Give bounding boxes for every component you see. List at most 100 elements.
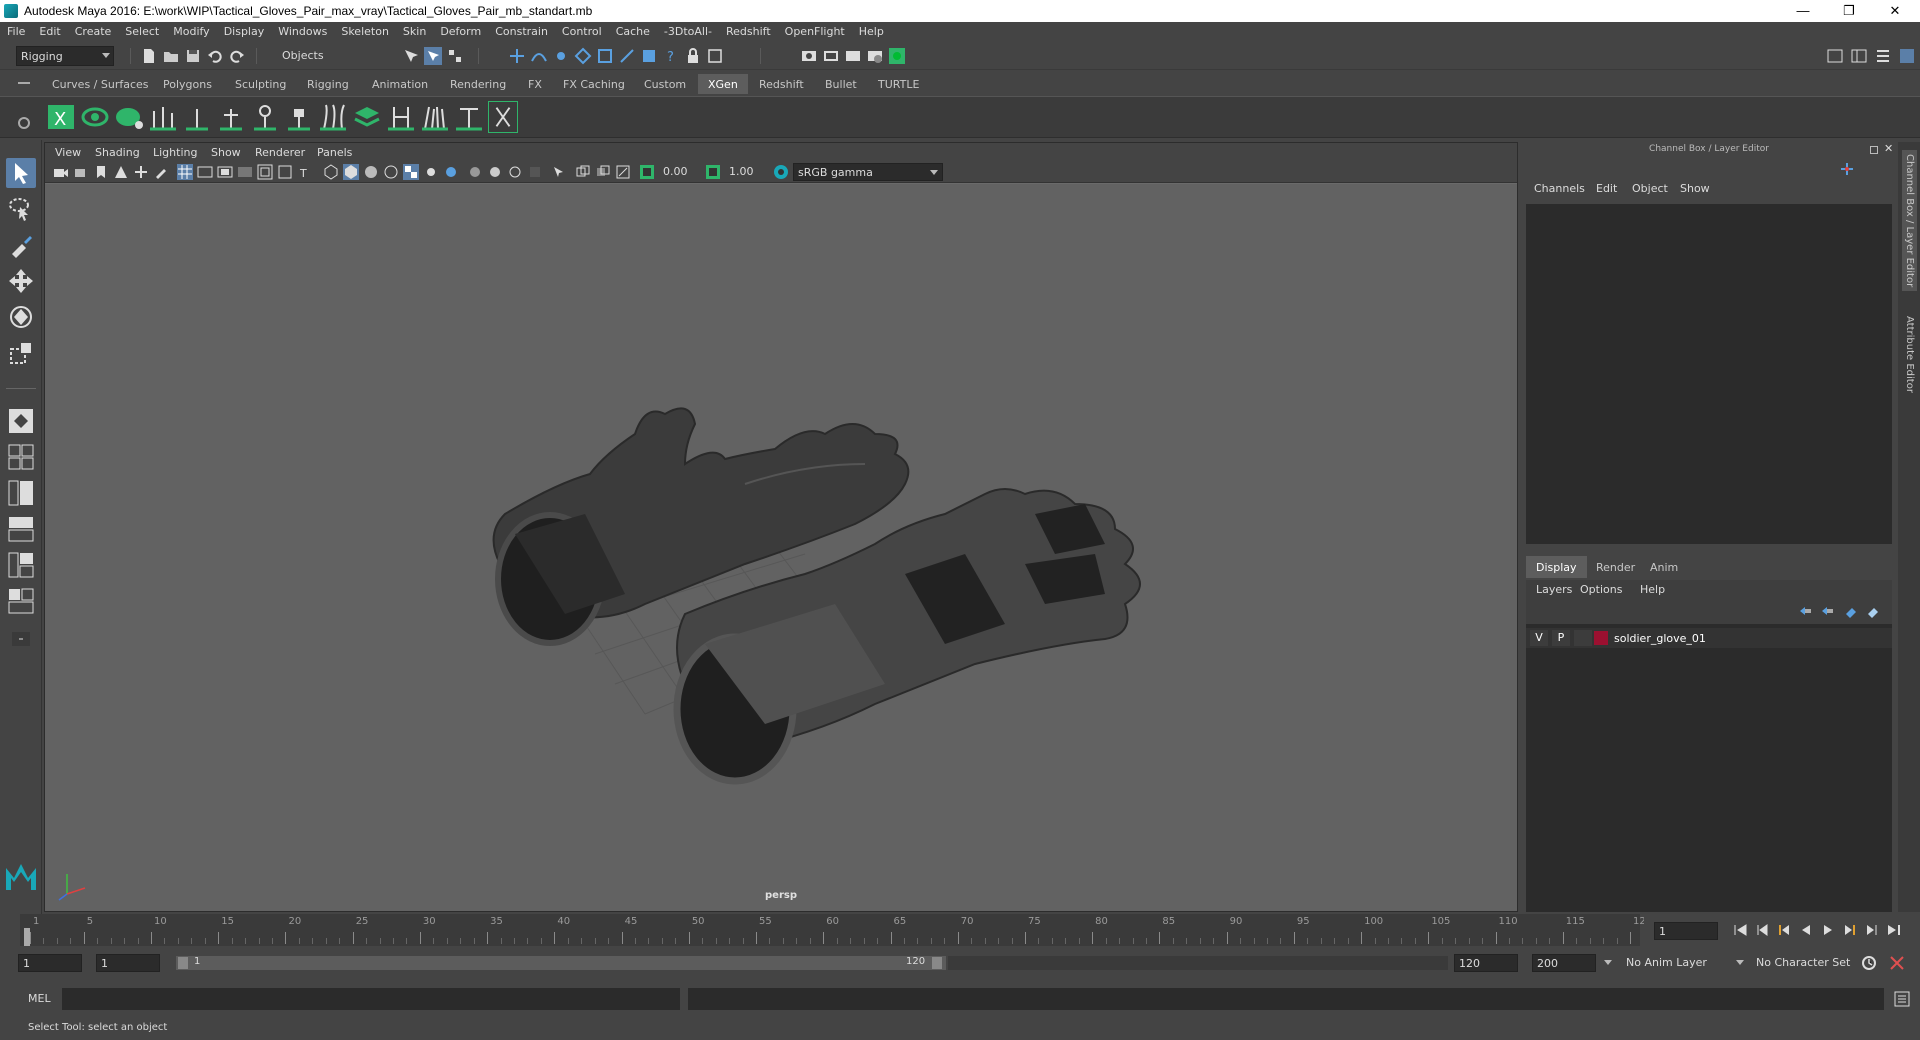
safe-action-icon[interactable] xyxy=(277,164,293,180)
render-view-icon[interactable] xyxy=(800,47,818,65)
menu-redshift[interactable]: Redshift xyxy=(719,22,778,38)
layer-visibility-toggle[interactable]: V xyxy=(1530,630,1548,646)
create-empty-layer-icon[interactable] xyxy=(1844,604,1858,618)
menu-cache[interactable]: Cache xyxy=(609,22,657,38)
tab-anim[interactable]: Anim xyxy=(1640,556,1688,578)
selection-mode-dropdown[interactable]: Objects xyxy=(278,46,378,66)
tab-bullet[interactable]: Bullet xyxy=(815,74,867,94)
snap-surface-icon[interactable] xyxy=(596,47,614,65)
shadows-icon[interactable] xyxy=(443,164,459,180)
motion-blur-icon[interactable] xyxy=(487,164,503,180)
exposure-field[interactable]: 0.00 xyxy=(659,163,705,181)
menu-openflight[interactable]: OpenFlight xyxy=(778,22,852,38)
paint-select-tool-icon[interactable] xyxy=(6,230,36,260)
menu-constrain[interactable]: Constrain xyxy=(488,22,555,38)
xgen-guides-to-curves-icon[interactable] xyxy=(318,101,348,133)
step-back-frame-icon[interactable] xyxy=(1754,922,1770,938)
layer-color-swatch[interactable] xyxy=(1594,631,1608,645)
step-forward-frame-icon[interactable] xyxy=(1864,922,1880,938)
expand-toolbox-icon[interactable] xyxy=(6,624,36,654)
xgen-guide-visibility-icon[interactable] xyxy=(250,101,280,133)
xgen-place-guides-icon[interactable] xyxy=(148,101,178,133)
select-by-object-icon[interactable] xyxy=(424,47,442,65)
construction-history-icon[interactable]: ? xyxy=(662,47,680,65)
persp-hypershade-view-icon[interactable] xyxy=(6,550,36,580)
xgen-toggle-icon[interactable] xyxy=(488,101,518,133)
resolution-gate-icon[interactable] xyxy=(217,164,233,180)
play-backwards-icon[interactable] xyxy=(1798,922,1814,938)
go-to-start-icon[interactable] xyxy=(1732,922,1748,938)
shelf-options-icon[interactable] xyxy=(18,117,30,129)
input-output-icon[interactable] xyxy=(706,47,724,65)
channel-box-menu-object[interactable]: Object xyxy=(1632,182,1668,195)
manipulator-icon[interactable] xyxy=(1840,162,1854,176)
snap-edge-icon[interactable] xyxy=(618,47,636,65)
two-d-pan-zoom-icon[interactable] xyxy=(133,164,149,180)
persp-outliner-view-icon[interactable] xyxy=(6,478,36,508)
cmd-language-label[interactable]: MEL xyxy=(28,992,51,1005)
textured-icon[interactable] xyxy=(403,164,419,180)
grid-icon[interactable] xyxy=(177,164,193,180)
layer-menu-layers[interactable]: Layers xyxy=(1536,583,1572,596)
viewport-canvas[interactable]: persp xyxy=(45,184,1517,911)
animation-end-field[interactable]: 200 xyxy=(1532,954,1596,972)
tab-rendering[interactable]: Rendering xyxy=(440,74,516,94)
shelf-menu-icon[interactable] xyxy=(18,82,30,84)
tab-xgen[interactable]: XGen xyxy=(698,74,748,94)
command-input[interactable] xyxy=(62,988,680,1010)
snap-pivot-icon[interactable] xyxy=(640,47,658,65)
move-tool-icon[interactable] xyxy=(6,266,36,296)
layer-menu-options[interactable]: Options xyxy=(1580,583,1622,596)
toggle-outliner-icon[interactable] xyxy=(1874,47,1892,65)
depth-of-field-icon[interactable] xyxy=(527,164,543,180)
menu-windows[interactable]: Windows xyxy=(271,22,334,38)
lasso-tool-icon[interactable] xyxy=(6,194,36,224)
redo-icon[interactable] xyxy=(228,47,246,65)
single-perspective-view-icon[interactable] xyxy=(6,406,36,436)
use-default-material-icon[interactable] xyxy=(363,164,379,180)
tab-redshift[interactable]: Redshift xyxy=(749,74,814,94)
create-layer-from-selected-icon[interactable] xyxy=(1866,604,1880,618)
tab-turtle[interactable]: TURTLE xyxy=(868,74,929,94)
close-panel-icon[interactable]: ✕ xyxy=(1884,142,1893,155)
xgen-editor-icon[interactable]: X xyxy=(46,101,76,133)
playback-end-field[interactable]: 120 xyxy=(1454,954,1518,972)
tab-fx[interactable]: FX xyxy=(518,74,552,94)
tab-custom[interactable]: Custom xyxy=(634,74,696,94)
layer-row[interactable]: V P soldier_glove_01 xyxy=(1526,628,1892,648)
layer-display-type-toggle[interactable] xyxy=(1574,630,1592,646)
menu-help[interactable]: Help xyxy=(852,22,891,38)
viewport-menu-shading[interactable]: Shading xyxy=(95,146,140,159)
channel-box-menu-show[interactable]: Show xyxy=(1680,182,1710,195)
snap-view-plane-icon[interactable] xyxy=(574,47,592,65)
chevron-down-icon[interactable] xyxy=(1736,960,1744,965)
menuset-dropdown[interactable]: Rigging xyxy=(16,46,114,66)
wireframe-icon[interactable] xyxy=(323,164,339,180)
scale-tool-icon[interactable] xyxy=(6,338,36,368)
viewport-menu-show[interactable]: Show xyxy=(211,146,241,159)
lock-icon[interactable] xyxy=(684,47,702,65)
ipr-render-icon[interactable] xyxy=(844,47,862,65)
select-tool-icon[interactable] xyxy=(6,158,36,188)
smooth-shade-icon[interactable] xyxy=(343,164,359,180)
xgen-layers-icon[interactable] xyxy=(352,101,382,133)
image-plane-icon[interactable] xyxy=(113,164,129,180)
multisample-aa-icon[interactable] xyxy=(507,164,523,180)
anim-layer-dropdown[interactable]: No Anim Layer xyxy=(1622,954,1742,972)
channel-box-area[interactable] xyxy=(1526,204,1892,544)
viewport-menu-renderer[interactable]: Renderer xyxy=(255,146,305,159)
xgen-preview-icon[interactable] xyxy=(80,101,110,133)
menu-3dtoall[interactable]: -3DtoAll- xyxy=(657,22,719,38)
camera-icon[interactable] xyxy=(53,164,69,180)
tab-curves-surfaces[interactable]: Curves / Surfaces xyxy=(42,74,159,94)
tab-rigging[interactable]: Rigging xyxy=(297,74,359,94)
use-all-lights-icon[interactable] xyxy=(423,164,439,180)
view-transform-dropdown[interactable]: sRGB gamma xyxy=(793,163,943,181)
tab-fx-caching[interactable]: FX Caching xyxy=(553,74,635,94)
viewport-menu-lighting[interactable]: Lighting xyxy=(153,146,197,159)
step-back-key-icon[interactable] xyxy=(1776,922,1792,938)
float-panel-icon[interactable] xyxy=(1870,146,1878,154)
animation-start-field[interactable]: 1 xyxy=(18,954,82,972)
xgen-add-guide-icon[interactable] xyxy=(182,101,212,133)
layer-playback-toggle[interactable]: P xyxy=(1552,630,1570,646)
